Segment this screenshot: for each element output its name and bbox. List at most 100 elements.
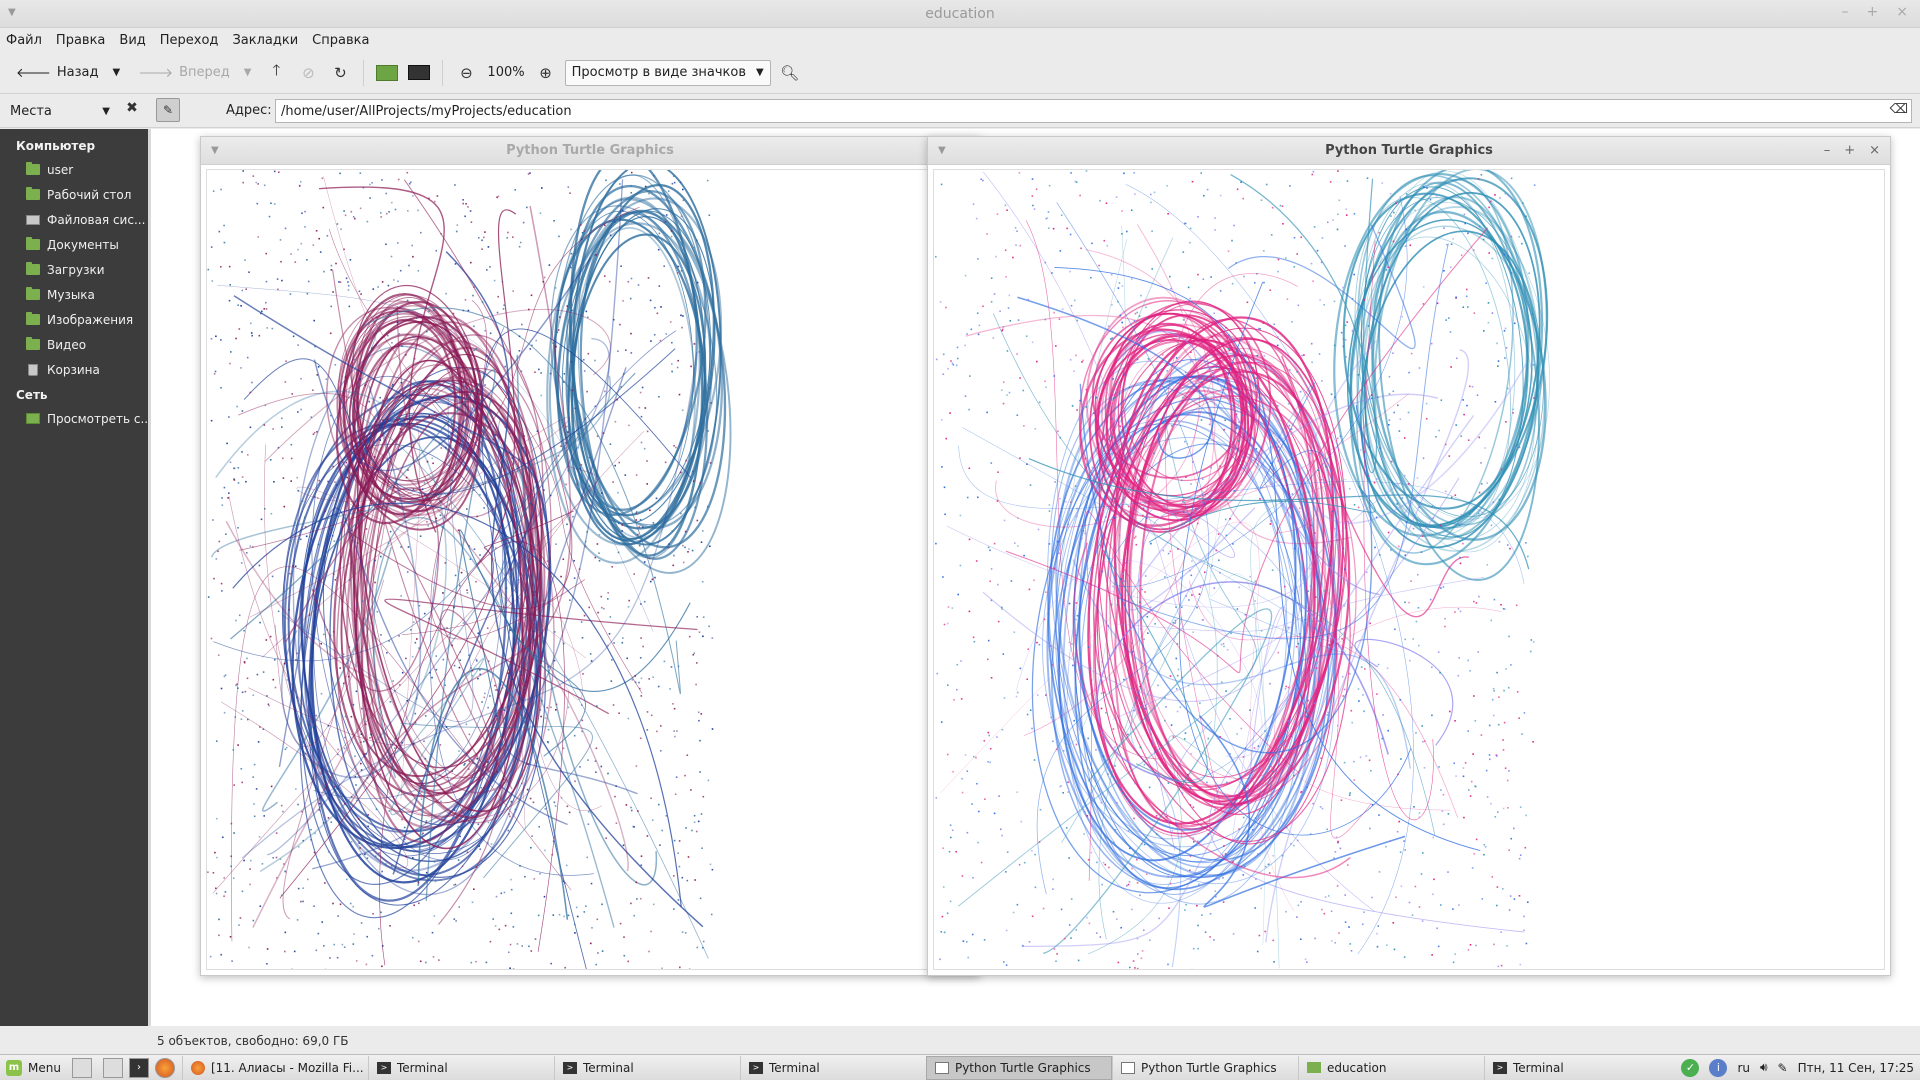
folder-icon [26,287,40,300]
view-mode-select[interactable]: Просмотр в виде значков ▼ [564,59,771,86]
terminal-icon: > [1492,1061,1507,1074]
zoom-out-icon[interactable]: ⊖ [453,60,479,86]
taskbar-task-label: Terminal [768,1060,820,1075]
taskbar-task[interactable]: > Terminal [367,1055,554,1080]
sidebar-item-pictures[interactable]: Изображения [0,307,148,332]
update-manager-icon[interactable]: ✓ [1681,1058,1700,1077]
turtle-window-1[interactable]: ▼ Python Turtle Graphics [200,136,980,976]
address-input[interactable] [275,99,1912,123]
forward-button[interactable]: 🡒 Вперед ▼ [132,58,257,88]
taskbar-task-label: education [1326,1060,1387,1075]
folder-icon [1306,1062,1321,1073]
sidebar-heading-computer: Компьютер [16,139,96,153]
sidebar-item-music[interactable]: Музыка [0,282,148,307]
taskbar-task[interactable]: Python Turtle Graphics [925,1055,1112,1080]
close-sidebar-icon[interactable]: ✖ [122,100,142,122]
turtle-strokes [207,170,732,969]
turtle-window-titlebar[interactable]: ▼ Python Turtle Graphics – + × [928,137,1890,165]
address-label: Адрес: [226,103,272,118]
computer-icon[interactable] [406,60,432,86]
trash-icon [28,363,38,376]
terminal-icon: > [376,1061,391,1074]
taskbar-task[interactable]: [11. Алиасы - Mozilla Fi... [181,1055,368,1080]
window-titlebar[interactable]: ▼ education – + × [0,0,1920,28]
sidebar-item-desktop[interactable]: Рабочий стол [0,182,148,207]
stop-icon[interactable]: ⊘ [295,60,321,86]
search-icon[interactable]: 🔍︎ [777,60,803,86]
sidebar-item-videos[interactable]: Видео [0,332,148,357]
sidebar-item-browse-network[interactable]: Просмотреть с... [0,406,148,431]
sidebar-item-trash[interactable]: Корзина [0,357,148,382]
folder-icon [26,312,40,325]
maximize-icon[interactable]: + [1867,4,1879,20]
network-icon [26,413,40,424]
up-arrow-icon[interactable]: 🡑 [263,60,289,86]
window-menu-icon[interactable]: ▼ [211,137,219,165]
clear-entry-icon[interactable]: ⌫ [1890,102,1908,117]
toolbar: 🡐 Назад ▼ 🡒 Вперед ▼ 🡑 ⊘ ↻ ⊖ 100% ⊕ Прос… [0,52,1920,94]
reload-icon[interactable]: ↻ [327,60,353,86]
terminal-icon: > [562,1061,577,1074]
file-manager-launcher-icon[interactable] [102,1057,123,1078]
taskbar-task-label: Terminal [1512,1060,1564,1075]
taskbar-task[interactable]: > Terminal [739,1055,926,1080]
sidebar-item-user[interactable]: user [0,157,148,182]
clock[interactable]: Птн, 11 Сен, 17:25 [1798,1061,1914,1075]
taskbar-task[interactable]: > Terminal [553,1055,740,1080]
sidebar-item-documents[interactable]: Документы [0,232,148,257]
folder-icon [26,162,40,175]
chevron-down-icon: ▼ [756,67,764,78]
menu-go[interactable]: Переход [160,33,219,48]
sidebar-item-filesystem[interactable]: Файловая сис... [0,207,148,232]
taskbar-task-label: [11. Алиасы - Mozilla Fi... [210,1060,364,1075]
turtle-canvas[interactable] [206,169,974,970]
taskbar-task[interactable]: > Terminal [1483,1055,1670,1080]
zoom-level: 100% [487,65,525,80]
terminal-icon: > [748,1061,763,1074]
sidebar-item-downloads[interactable]: Загрузки [0,257,148,282]
folder-icon [26,337,40,350]
sidebar: Компьютер user Рабочий стол Файловая сис… [0,129,148,1026]
mint-logo-icon: m [6,1059,22,1076]
zoom-in-icon[interactable]: ⊕ [533,60,559,86]
info-icon[interactable]: i [1709,1058,1728,1077]
folder-icon [26,237,40,250]
window-icon [934,1061,949,1074]
minimize-icon[interactable]: – [1842,4,1849,20]
menu-view[interactable]: Вид [119,33,145,48]
sidebar-mode-select[interactable]: Места ▼ [4,100,116,122]
turtle-window-titlebar[interactable]: ▼ Python Turtle Graphics [201,137,979,165]
terminal-launcher-icon[interactable]: › [128,1057,149,1078]
sidebar-heading-network: Сеть [16,388,48,402]
minimize-icon[interactable]: – [1824,137,1831,165]
chevron-down-icon: ▼ [102,105,110,117]
menu-file[interactable]: Файл [6,33,42,48]
volume-icon[interactable]: 🔊︎ [1760,1060,1768,1075]
window-menu-icon[interactable]: ▼ [938,137,946,165]
close-icon[interactable]: × [1869,137,1880,165]
turtle-drawing [935,170,1550,969]
arrow-right-icon: 🡒 [138,65,174,81]
back-button[interactable]: 🡐 Назад ▼ [10,58,126,88]
toggle-location-entry-button[interactable]: ✎ [156,98,180,122]
chevron-down-icon[interactable]: ▼ [112,67,120,78]
show-desktop-icon[interactable] [71,1057,92,1078]
network-tray-icon[interactable]: ✎ [1778,1061,1788,1075]
chevron-down-icon[interactable]: ▼ [244,67,252,78]
turtle-strokes [935,170,1550,969]
window-title: education [925,6,995,22]
start-menu-button[interactable]: m Menu [0,1056,69,1080]
menu-edit[interactable]: Правка [56,33,105,48]
firefox-launcher-icon[interactable] [154,1057,175,1078]
arrow-left-icon: 🡐 [16,65,51,81]
turtle-canvas[interactable] [933,169,1885,970]
taskbar-task[interactable]: education [1297,1055,1484,1080]
menu-help[interactable]: Справка [312,33,369,48]
menu-bookmarks[interactable]: Закладки [232,33,298,48]
taskbar-task[interactable]: Python Turtle Graphics [1111,1055,1298,1080]
home-icon[interactable] [374,60,400,86]
keyboard-layout[interactable]: ru [1737,1061,1750,1075]
close-icon[interactable]: × [1896,4,1908,20]
maximize-icon[interactable]: + [1844,137,1855,165]
turtle-window-2[interactable]: ▼ Python Turtle Graphics – + × [927,136,1891,976]
